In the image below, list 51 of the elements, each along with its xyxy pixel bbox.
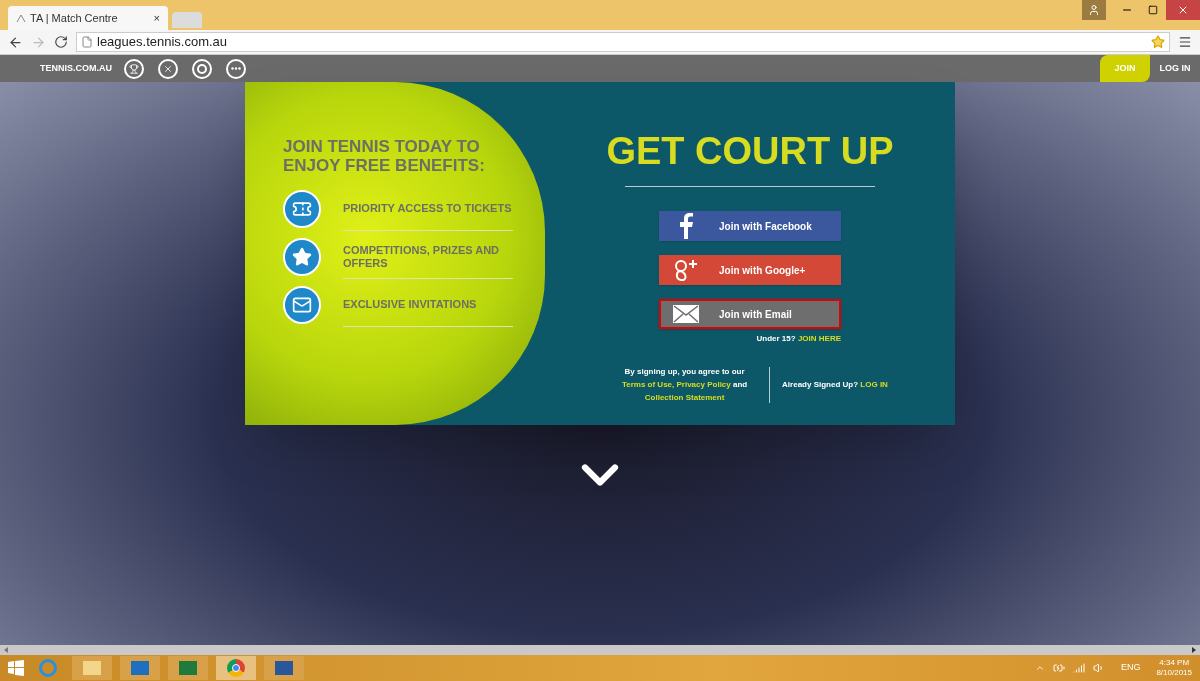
log-in-link[interactable]: LOG IN (860, 379, 888, 389)
envelope-icon (283, 286, 321, 324)
url-text: leagues.tennis.com.au (97, 33, 228, 52)
volume-icon[interactable] (1092, 662, 1105, 674)
policy-link[interactable]: Privacy Policy (676, 380, 733, 389)
nav-tab[interactable]: LOG IN (1150, 55, 1200, 82)
close-icon (1177, 4, 1189, 16)
benefit-text: EXCLUSIVE INVITATIONS (343, 298, 477, 311)
reload-icon[interactable] (54, 35, 68, 49)
benefits-heading: JOIN TENNIS TODAY TO ENJOY FREE BENEFITS: (283, 137, 486, 175)
benefit-text: COMPETITIONS, PRIZES AND OFFERS (343, 243, 501, 270)
join-button[interactable]: Join with Google+ (659, 255, 841, 285)
signed-up-text: Already Signed Up? LOG IN (782, 378, 888, 391)
google-plus-icon (673, 258, 699, 282)
scroll-right-icon[interactable] (1192, 647, 1196, 653)
bookmark-star-icon[interactable] (1151, 35, 1165, 49)
page-icon (81, 36, 93, 48)
address-bar[interactable]: leagues.tennis.com.au (76, 32, 1170, 52)
join-button[interactable]: Join with Facebook (659, 211, 841, 241)
envelope-icon (673, 305, 699, 323)
browser-tab[interactable]: TA | Match Centre × (8, 6, 168, 30)
trophy-icon[interactable] (124, 58, 144, 79)
policy-link[interactable]: Terms of Use, (621, 380, 677, 389)
tab-close[interactable]: × (153, 9, 160, 27)
policy-link[interactable]: Collection Statement (644, 393, 725, 402)
ticket-icon (283, 190, 321, 228)
forward-icon[interactable] (31, 34, 46, 50)
tab-title: TA | Match Centre (30, 10, 119, 26)
document-app-icon[interactable] (264, 656, 304, 680)
menu-icon[interactable] (1178, 35, 1192, 49)
join-here-link[interactable]: JOIN HERE (797, 334, 841, 343)
person-icon (1088, 4, 1100, 16)
back-icon[interactable] (8, 34, 23, 50)
facebook-f-icon (679, 213, 693, 239)
tray-expand-icon[interactable] (1034, 663, 1045, 673)
scroll-left-icon[interactable] (4, 647, 8, 653)
folder-app-icon[interactable] (72, 656, 112, 680)
agreement-text: By signing up, you agree to our Terms of Use, Privacy Policy and Collection Statement (620, 366, 749, 404)
spreadsheet-app-icon[interactable] (168, 656, 208, 680)
brand-link[interactable]: TENNIS.COM.AU (40, 61, 112, 76)
chrome-app-icon[interactable] (216, 656, 256, 680)
site-favicon (16, 13, 26, 23)
promo-title: GET COURT UP (606, 132, 894, 170)
mail-app-icon[interactable] (120, 656, 160, 680)
more-icon[interactable] (226, 58, 246, 79)
join-button[interactable]: Join with Email (659, 299, 841, 329)
restore-icon (1148, 5, 1158, 15)
profile-button[interactable] (1082, 0, 1106, 20)
under-15-text: Under 15? JOIN HERE (756, 333, 841, 345)
start-icon[interactable] (8, 660, 24, 676)
benefit-text: PRIORITY ACCESS TO TICKETS (343, 202, 512, 215)
